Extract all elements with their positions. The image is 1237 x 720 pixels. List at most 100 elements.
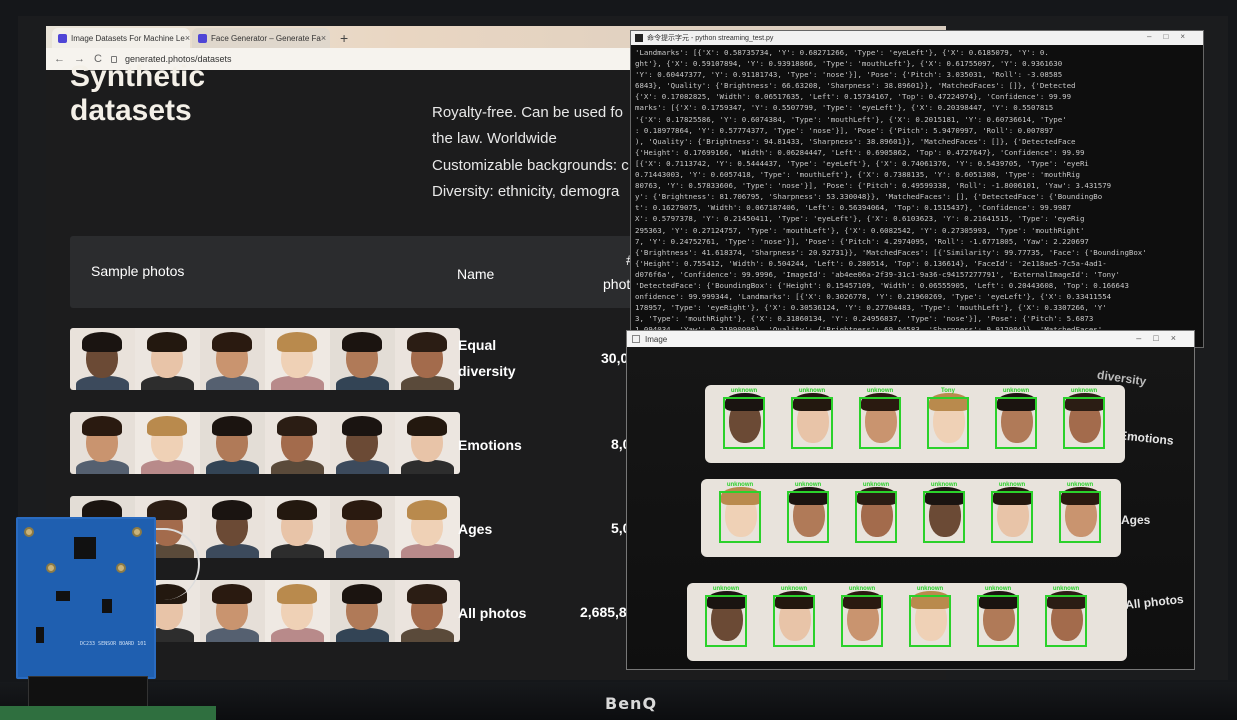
terminal-line: 'Y': 0.60447377, 'Y': 0.91181743, 'Type'… xyxy=(635,70,1063,80)
face-hair xyxy=(82,332,122,352)
face-shoulders xyxy=(76,376,129,390)
face-photo xyxy=(395,496,460,558)
row-name[interactable]: Equal diversity xyxy=(458,332,516,384)
face-hair xyxy=(212,416,252,436)
face-photo xyxy=(265,412,330,474)
face-photo xyxy=(135,328,200,390)
face-photo xyxy=(200,496,265,558)
face-identity-label: unknown xyxy=(866,388,894,394)
face-bounding-box xyxy=(977,595,1019,647)
detected-face: unknown xyxy=(781,388,845,459)
row-count: 2,685,8 xyxy=(580,604,627,620)
face-identity-label: unknown xyxy=(780,586,808,592)
face-photo xyxy=(70,412,135,474)
face-photo xyxy=(330,328,395,390)
face-shoulders xyxy=(206,628,259,642)
face-hair xyxy=(407,416,447,436)
face-hair xyxy=(342,416,382,436)
column-header-sample: Sample photos xyxy=(91,263,185,279)
detected-face: unknown xyxy=(709,482,773,553)
face-shoulders xyxy=(336,628,389,642)
browser-tab-face-generator[interactable]: Face Generator – Generate Fa × xyxy=(192,28,330,48)
face-hair xyxy=(212,584,252,604)
close-tab-icon[interactable]: × xyxy=(185,33,190,43)
face-photo xyxy=(330,580,395,642)
face-shoulders xyxy=(336,460,389,474)
back-arrow-icon[interactable]: ← xyxy=(54,53,65,65)
new-tab-button[interactable]: + xyxy=(332,30,356,48)
detected-face: unknown xyxy=(777,482,841,553)
sample-photos-strip xyxy=(70,412,460,474)
terminal-line: d076f6a', 'Confidence': 99.9996, 'ImageI… xyxy=(635,269,1120,279)
sample-photos-strip xyxy=(70,328,460,390)
face-bounding-box xyxy=(773,595,815,647)
face-photo xyxy=(395,580,460,642)
face-shoulders xyxy=(336,376,389,390)
face-bounding-box xyxy=(791,397,833,449)
close-tab-icon[interactable]: × xyxy=(321,33,326,43)
cam-row-label: Emotions xyxy=(1118,428,1175,448)
detected-face: unknown xyxy=(985,388,1049,459)
image-viewer-window: Image –□× diversity Emotions Ages All ph… xyxy=(626,330,1195,670)
face-bounding-box xyxy=(841,595,883,647)
face-identity-label: unknown xyxy=(1002,388,1030,394)
detected-face: unknown xyxy=(967,586,1031,657)
terminal-line: 'DetectedFace': {'BoundingBox': {'Height… xyxy=(635,280,1129,290)
face-bounding-box xyxy=(995,397,1037,449)
face-bounding-box xyxy=(719,491,761,543)
detected-face: unknown xyxy=(981,482,1045,553)
feature-text: Royalty-free. Can be used fo xyxy=(432,104,623,121)
face-hair xyxy=(277,332,317,352)
face-shoulders xyxy=(271,544,324,558)
face-shoulders xyxy=(206,460,259,474)
face-shoulders xyxy=(76,460,129,474)
window-controls[interactable]: –□× xyxy=(1147,32,1197,41)
terminal-line: marks': [{'X': 0.1759347, 'Y': 0.5507799… xyxy=(635,103,1054,113)
face-bounding-box xyxy=(705,595,747,647)
row-name[interactable]: Ages xyxy=(458,516,492,542)
sensor-chip xyxy=(74,537,96,559)
cam-row-label: All photos xyxy=(1124,591,1185,613)
terminal-icon xyxy=(635,34,643,42)
base-pcb xyxy=(0,706,216,720)
row-count: 30,0 xyxy=(601,350,629,366)
feature-text: Diversity: ethnicity, demogra xyxy=(432,183,620,200)
row-name[interactable]: All photos xyxy=(458,600,526,626)
component xyxy=(56,591,70,601)
row-name[interactable]: Emotions xyxy=(458,432,522,458)
viewer-title: Image xyxy=(645,334,668,344)
face-identity-label: unknown xyxy=(726,482,754,488)
face-photo xyxy=(330,496,395,558)
face-identity-label: unknown xyxy=(794,482,822,488)
detected-face: unknown xyxy=(831,586,895,657)
face-photo xyxy=(200,580,265,642)
face-photo xyxy=(395,412,460,474)
face-bounding-box xyxy=(787,491,829,543)
feature-text: the law. Worldwide xyxy=(432,130,557,147)
window-controls[interactable]: –□× xyxy=(1136,333,1188,343)
face-identity-label: unknown xyxy=(916,586,944,592)
face-hair xyxy=(407,332,447,352)
face-bounding-box xyxy=(1063,397,1105,449)
terminal-output: 'Landmarks': [{'X': 0.58735734, 'Y': 0.6… xyxy=(631,45,1203,347)
face-photo xyxy=(135,412,200,474)
browser-tab-datasets[interactable]: Image Datasets For Machine Le × xyxy=(52,28,190,48)
face-identity-label: unknown xyxy=(984,586,1012,592)
detected-face: unknown xyxy=(849,388,913,459)
face-bounding-box xyxy=(1045,595,1087,647)
row-name-line1: Equal xyxy=(458,337,497,353)
face-hair xyxy=(342,500,382,520)
terminal-title: 命令提示字元 - python streaming_test.py xyxy=(647,35,774,42)
page-title: Synthetic datasets xyxy=(70,60,205,128)
face-hair xyxy=(82,416,122,436)
detected-face: unknown xyxy=(845,482,909,553)
viewer-titlebar: Image –□× xyxy=(627,331,1194,347)
face-identity-label: unknown xyxy=(1052,586,1080,592)
camera-frame: diversity Emotions Ages All photos unkno… xyxy=(627,347,1194,669)
face-hair xyxy=(342,584,382,604)
face-shoulders xyxy=(401,628,454,642)
terminal-line: {'Height': 0.755412, 'Width': 0.504244, … xyxy=(635,258,1107,268)
column-header-name: Name xyxy=(457,266,495,282)
face-photo xyxy=(265,496,330,558)
face-photo xyxy=(395,328,460,390)
